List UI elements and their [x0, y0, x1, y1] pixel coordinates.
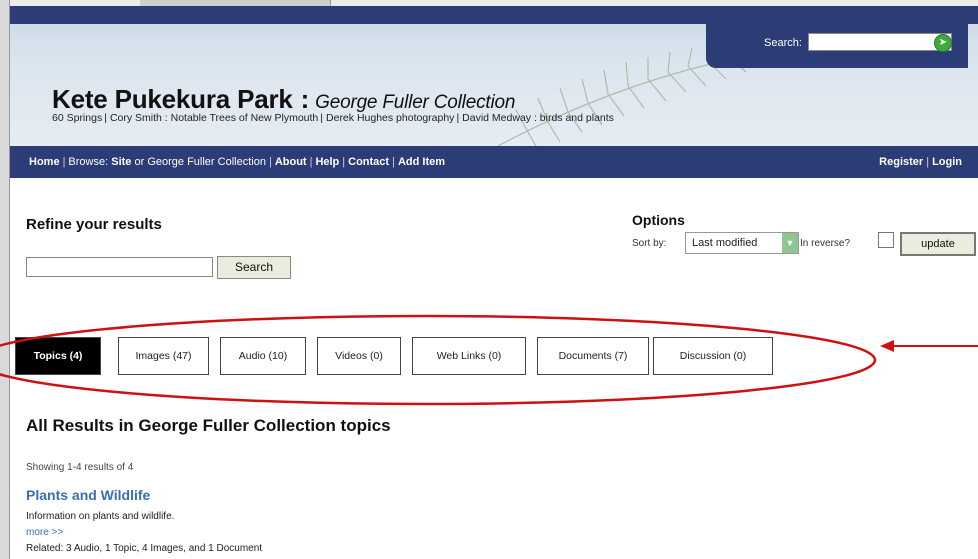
collection-name: George Fuller Collection — [315, 92, 516, 113]
nav-help[interactable]: Help — [315, 156, 339, 168]
red-ellipse-annotation — [0, 314, 877, 406]
chevron-down-icon[interactable]: ▼ — [782, 233, 798, 253]
result-item-description: Information on plants and wildlife. — [26, 511, 175, 522]
result-item-title[interactable]: Plants and Wildlife — [26, 487, 150, 503]
site-header: Search: ➤ Kete Pukekura Park: George Full… — [10, 6, 978, 146]
basket-link-cory-smith[interactable]: Cory Smith : Notable Trees of New Plymou… — [110, 112, 318, 124]
basket-link-david-medway[interactable]: David Medway : birds and plants — [462, 112, 614, 124]
result-item-more-link[interactable]: more >> — [26, 527, 63, 538]
nav-contact[interactable]: Contact — [348, 156, 389, 168]
header-top-strip — [10, 6, 978, 24]
sort-select[interactable]: Last modified ▼ — [685, 232, 799, 254]
refine-search-button[interactable]: Search — [217, 256, 291, 279]
header-search-box: Search: ➤ — [706, 24, 968, 68]
search-go-icon[interactable]: ➤ — [934, 34, 952, 52]
nav-home[interactable]: Home — [29, 156, 60, 168]
nav-browse-collection[interactable]: George Fuller Collection — [147, 156, 266, 168]
update-button[interactable]: update — [900, 232, 976, 256]
refine-search-input[interactable] — [26, 257, 213, 277]
search-label: Search: — [764, 37, 802, 49]
basket-link-derek-hughes[interactable]: Derek Hughes photography — [326, 112, 454, 124]
result-item-related: Related: 3 Audio, 1 Topic, 4 Images, and… — [26, 543, 263, 554]
reverse-checkbox[interactable] — [878, 232, 894, 248]
nav-browse-site[interactable]: Site — [111, 156, 131, 168]
site-title: Kete Pukekura Park: George Fuller Collect… — [52, 84, 515, 115]
main-nav: Home | Browse: Site or George Fuller Colle… — [10, 146, 978, 178]
nav-add-item[interactable]: Add Item — [398, 156, 445, 168]
window-left-frame — [0, 0, 10, 559]
reverse-label: In reverse? — [800, 238, 851, 249]
nav-about[interactable]: About — [275, 156, 307, 168]
nav-register[interactable]: Register — [879, 156, 923, 168]
sort-by-label: Sort by: — [632, 238, 667, 249]
basket-links: 60 Springs | Cory Smith : Notable Trees of… — [52, 112, 614, 124]
nav-browse-label: Browse: — [68, 156, 109, 168]
red-arrow-head-icon — [880, 340, 894, 352]
results-count: Showing 1-4 results of 4 — [26, 462, 134, 473]
site-name: Kete Pukekura Park — [52, 84, 293, 114]
nav-login[interactable]: Login — [932, 156, 962, 168]
sort-selected-value: Last modified — [692, 237, 758, 249]
search-input[interactable] — [808, 33, 952, 51]
options-title: Options — [632, 212, 685, 228]
refine-title: Refine your results — [26, 216, 162, 233]
nav-or: or — [134, 156, 145, 168]
title-separator: : — [300, 84, 310, 114]
results-title: All Results in George Fuller Collection … — [26, 416, 391, 435]
basket-link-60-springs[interactable]: 60 Springs — [52, 112, 102, 124]
annotation-overlay — [0, 314, 978, 406]
